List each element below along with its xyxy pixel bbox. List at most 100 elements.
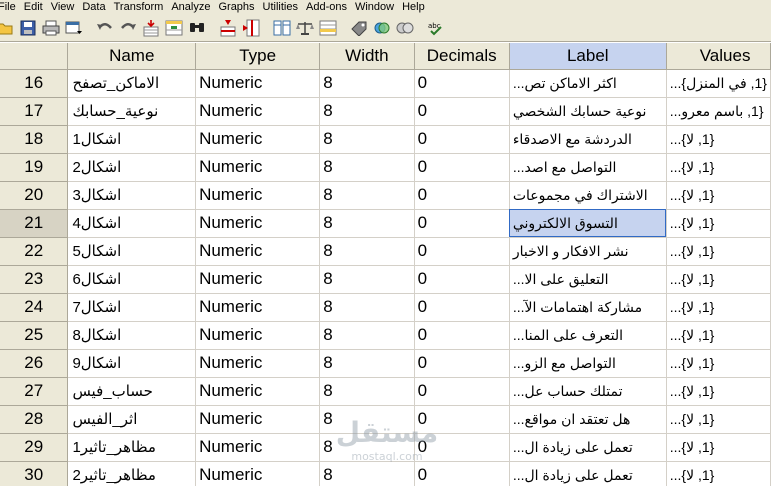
cell-decimals[interactable]: 0 xyxy=(414,237,510,266)
cell-values[interactable]: {1, لا}... xyxy=(666,237,771,266)
select-cases-icon[interactable] xyxy=(317,17,339,39)
cell-type[interactable]: Numeric xyxy=(195,321,321,350)
cell-decimals[interactable]: 0 xyxy=(414,97,510,126)
weight-cases-icon[interactable] xyxy=(294,17,316,39)
row-number[interactable]: 19 xyxy=(0,153,69,182)
cell-width[interactable]: 8 xyxy=(319,265,415,294)
cell-type[interactable]: Numeric xyxy=(195,349,321,378)
cell-label[interactable]: التعرف على المنا... xyxy=(509,321,667,350)
cell-name[interactable]: نوعية_حسابك xyxy=(67,97,197,126)
cell-type[interactable]: Numeric xyxy=(195,293,321,322)
cell-type[interactable]: Numeric xyxy=(195,405,321,434)
menu-view[interactable]: View xyxy=(50,0,82,14)
cell-width[interactable]: 8 xyxy=(319,153,415,182)
use-sets-icon[interactable] xyxy=(371,17,393,39)
cell-label[interactable]: تعمل على زيادة ال... xyxy=(509,433,667,462)
save-icon[interactable] xyxy=(17,17,39,39)
cell-name[interactable]: اشكال1 xyxy=(67,125,197,154)
table-row[interactable]: 19 اشكال2 Numeric 8 0 التواصل مع اصد... {1, لا… xyxy=(0,153,771,182)
variables-icon[interactable] xyxy=(163,17,185,39)
row-number[interactable]: 27 xyxy=(0,377,69,406)
cell-type[interactable]: Numeric xyxy=(195,461,321,486)
menu-window[interactable]: Window xyxy=(354,0,401,14)
menu-data[interactable]: Data xyxy=(81,0,112,14)
cell-label[interactable]: التواصل مع اصد... xyxy=(509,153,667,182)
row-number[interactable]: 23 xyxy=(0,265,69,294)
cell-label[interactable]: الدردشة مع الاصدقاء xyxy=(509,125,667,154)
cell-values[interactable]: {1, لا}... xyxy=(666,433,771,462)
row-number[interactable]: 28 xyxy=(0,405,69,434)
cell-name[interactable]: اشكال6 xyxy=(67,265,197,294)
cell-decimals[interactable]: 0 xyxy=(414,69,510,98)
cell-values[interactable]: {1, لا}... xyxy=(666,125,771,154)
table-row[interactable]: 16 الاماكن_تصفح Numeric 8 0 اكثر الاماكن تص..… xyxy=(0,69,771,98)
cell-decimals[interactable]: 0 xyxy=(414,181,510,210)
cell-label[interactable]: اكثر الاماكن تص... xyxy=(509,69,667,98)
row-number[interactable]: 22 xyxy=(0,237,69,266)
menu-add-ons[interactable]: Add-ons xyxy=(305,0,354,14)
cell-decimals[interactable]: 0 xyxy=(414,293,510,322)
cell-decimals[interactable]: 0 xyxy=(414,405,510,434)
cell-type[interactable]: Numeric xyxy=(195,125,321,154)
menu-edit[interactable]: Edit xyxy=(23,0,50,14)
table-row[interactable]: 28 اثر_الفيس Numeric 8 0 هل تعتقد ان مواقع...… xyxy=(0,405,771,434)
cell-label[interactable]: التواصل مع الزو... xyxy=(509,349,667,378)
cell-name[interactable]: حساب_فيس xyxy=(67,377,197,406)
goto-case-icon[interactable] xyxy=(140,17,162,39)
cell-type[interactable]: Numeric xyxy=(195,69,321,98)
cell-type[interactable]: Numeric xyxy=(195,97,321,126)
cell-width[interactable]: 8 xyxy=(319,293,415,322)
cell-values[interactable]: {1, لا}... xyxy=(666,377,771,406)
spell-check-icon[interactable]: abc xyxy=(425,17,447,39)
cell-label[interactable]: هل تعتقد ان مواقع... xyxy=(509,405,667,434)
table-row[interactable]: 18 اشكال1 Numeric 8 0 الدردشة مع الاصدقاء {1, … xyxy=(0,125,771,154)
cell-values[interactable]: {1, لا}... xyxy=(666,181,771,210)
open-icon[interactable] xyxy=(0,17,16,39)
table-row[interactable]: 27 حساب_فيس Numeric 8 0 تمتلك حساب عل... {1, ل… xyxy=(0,377,771,406)
cell-decimals[interactable]: 0 xyxy=(414,461,510,486)
split-file-icon[interactable] xyxy=(271,17,293,39)
cell-values[interactable]: {1, في المنزل}... xyxy=(666,69,771,98)
cell-width[interactable]: 8 xyxy=(319,377,415,406)
table-row[interactable]: 30 مظاهر_تاثير2 Numeric 8 0 تعمل على زيادة ال… xyxy=(0,461,771,486)
row-number[interactable]: 16 xyxy=(0,69,69,98)
column-header-type[interactable]: Type xyxy=(195,43,321,70)
insert-cases-icon[interactable] xyxy=(217,17,239,39)
cell-type[interactable]: Numeric xyxy=(195,265,321,294)
cell-name[interactable]: اشكال8 xyxy=(67,321,197,350)
table-row[interactable]: 22 اشكال5 Numeric 8 0 نشر الافكار و الاخبار {1… xyxy=(0,237,771,266)
cell-values[interactable]: {1, لا}... xyxy=(666,265,771,294)
menu-analyze[interactable]: Analyze xyxy=(170,0,217,14)
cell-name[interactable]: اشكال9 xyxy=(67,349,197,378)
cell-width[interactable]: 8 xyxy=(319,461,415,486)
table-row[interactable]: 26 اشكال9 Numeric 8 0 التواصل مع الزو... {1, ل… xyxy=(0,349,771,378)
cell-values[interactable]: {1, لا}... xyxy=(666,293,771,322)
cell-name[interactable]: اشكال5 xyxy=(67,237,197,266)
cell-decimals[interactable]: 0 xyxy=(414,125,510,154)
cell-label[interactable]: التعليق على الا... xyxy=(509,265,667,294)
insert-variable-icon[interactable] xyxy=(240,17,262,39)
corner-cell[interactable] xyxy=(0,43,69,70)
cell-type[interactable]: Numeric xyxy=(195,433,321,462)
show-all-icon[interactable] xyxy=(394,17,416,39)
cell-width[interactable]: 8 xyxy=(319,433,415,462)
cell-type[interactable]: Numeric xyxy=(195,181,321,210)
cell-decimals[interactable]: 0 xyxy=(414,209,510,238)
row-number[interactable]: 25 xyxy=(0,321,69,350)
cell-width[interactable]: 8 xyxy=(319,69,415,98)
menu-help[interactable]: Help xyxy=(401,0,432,14)
cell-decimals[interactable]: 0 xyxy=(414,265,510,294)
redo-icon[interactable] xyxy=(117,17,139,39)
column-header-values[interactable]: Values xyxy=(666,43,771,70)
cell-width[interactable]: 8 xyxy=(319,125,415,154)
row-number[interactable]: 17 xyxy=(0,97,69,126)
cell-label[interactable]: نوعية حسابك الشخصي xyxy=(509,97,667,126)
cell-values[interactable]: {1, لا}... xyxy=(666,461,771,486)
row-number[interactable]: 21 xyxy=(0,209,69,238)
row-number[interactable]: 24 xyxy=(0,293,69,322)
cell-name[interactable]: اثر_الفيس xyxy=(67,405,197,434)
table-row[interactable]: 17 نوعية_حسابك Numeric 8 0 نوعية حسابك الشخصي… xyxy=(0,97,771,126)
cell-label[interactable]: الاشتراك في مجموعات xyxy=(509,181,667,210)
menu-transform[interactable]: Transform xyxy=(113,0,171,14)
menu-graphs[interactable]: Graphs xyxy=(217,0,261,14)
